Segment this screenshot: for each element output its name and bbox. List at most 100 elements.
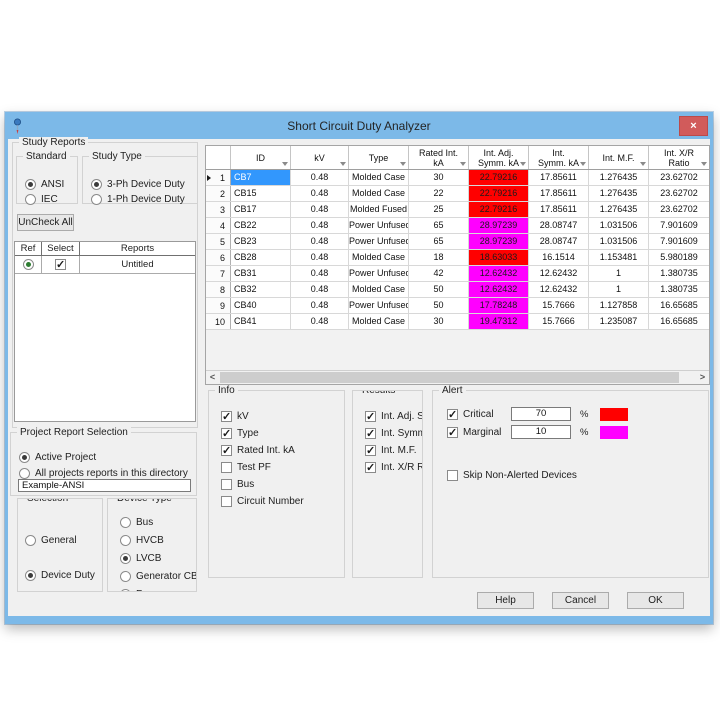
cell-int-adj-symm-ka[interactable]: 12.62432 [469, 266, 529, 281]
selection-option-general[interactable]: General [25, 534, 102, 546]
cell-int-xr-ratio[interactable]: 16.65685 [649, 314, 709, 329]
skip-non-alerted-row[interactable]: Skip Non-Alerted Devices [447, 468, 577, 482]
select-checkbox-icon[interactable] [55, 258, 66, 271]
column-header-id[interactable]: ID [231, 146, 291, 169]
cell-int-mf[interactable]: 1.153481 [589, 250, 649, 265]
row-header[interactable]: 5 [206, 234, 231, 249]
horizontal-scrollbar[interactable]: < > [206, 370, 709, 384]
cell-rated-int-ka[interactable]: 18 [409, 250, 469, 265]
cell-rated-int-ka[interactable]: 30 [409, 314, 469, 329]
scroll-right-icon[interactable]: > [696, 371, 709, 383]
ok-button[interactable]: OK [627, 592, 684, 609]
column-header-int-adj[interactable]: Int. Adj. Symm. kA [469, 146, 529, 169]
cell-rated-int-ka[interactable]: 65 [409, 218, 469, 233]
table-row-cb41[interactable]: 10 CB41 0.48 Molded Case 30 19.47312 15.7666 1.… [206, 314, 709, 330]
table-row-cb31[interactable]: 7 CB31 0.48 Power Unfused 42 12.62432 12.62432… [206, 266, 709, 282]
cell-kv[interactable]: 0.48 [291, 202, 349, 217]
device-type-option-fuse[interactable]: Fuse [120, 588, 196, 591]
cell-id[interactable]: CB32 [231, 282, 291, 297]
table-row-cb22[interactable]: 4 CB22 0.48 Power Unfused 65 28.97239 28.08747… [206, 218, 709, 234]
cell-kv[interactable]: 0.48 [291, 298, 349, 313]
cell-rated-int-ka[interactable]: 25 [409, 202, 469, 217]
cell-int-mf[interactable]: 1 [589, 266, 649, 281]
cell-int-symm-ka[interactable]: 28.08747 [529, 218, 589, 233]
cell-int-adj-symm-ka[interactable]: 18.63033 [469, 250, 529, 265]
info-option-type[interactable]: Type [221, 427, 344, 440]
column-dropdown-icon[interactable] [520, 162, 526, 166]
cell-kv[interactable]: 0.48 [291, 282, 349, 297]
marginal-threshold-input[interactable]: 10 [511, 425, 571, 439]
directory-field[interactable]: Example-ANSI [18, 479, 191, 492]
results-option-int-adj-sym[interactable]: Int. Adj. Sym [365, 410, 422, 423]
cell-type[interactable]: Molded Case [349, 250, 409, 265]
table-row-cb17[interactable]: 3 CB17 0.48 Molded Fused 25 22.79216 17.85611 1… [206, 202, 709, 218]
info-option-rated-int-ka[interactable]: Rated Int. kA [221, 444, 344, 457]
results-option-int-x-r-ratio[interactable]: Int. X/R Ratio [365, 461, 422, 474]
cell-int-xr-ratio[interactable]: 23.62702 [649, 202, 709, 217]
cell-kv[interactable]: 0.48 [291, 170, 349, 185]
uncheck-all-button[interactable]: UnCheck All [17, 214, 74, 231]
cell-int-mf[interactable]: 1.031506 [589, 234, 649, 249]
info-option-bus[interactable]: Bus [221, 479, 344, 490]
project-option-active-project[interactable]: Active Project [19, 451, 196, 463]
cell-type[interactable]: Molded Case [349, 314, 409, 329]
column-dropdown-icon[interactable] [340, 162, 346, 166]
cell-type[interactable]: Power Unfused [349, 298, 409, 313]
cell-type[interactable]: Power Unfused [349, 234, 409, 249]
device-type-option-bus[interactable]: Bus [120, 516, 196, 528]
column-dropdown-icon[interactable] [701, 162, 707, 166]
cell-int-xr-ratio[interactable]: 23.62702 [649, 186, 709, 201]
cell-int-adj-symm-ka[interactable]: 28.97239 [469, 234, 529, 249]
column-dropdown-icon[interactable] [460, 162, 466, 166]
row-header[interactable]: 3 [206, 202, 231, 217]
selection-option-device-duty[interactable]: Device Duty [25, 569, 102, 581]
cell-rated-int-ka[interactable]: 22 [409, 186, 469, 201]
cell-kv[interactable]: 0.48 [291, 186, 349, 201]
column-header-int-x-r[interactable]: Int. X/R Ratio [649, 146, 709, 169]
cell-int-mf[interactable]: 1 [589, 282, 649, 297]
column-dropdown-icon[interactable] [640, 162, 646, 166]
column-dropdown-icon[interactable] [400, 162, 406, 166]
cell-int-mf[interactable]: 1.235087 [589, 314, 649, 329]
cell-id[interactable]: CB22 [231, 218, 291, 233]
table-row-cb7[interactable]: 1 CB7 0.48 Molded Case 30 22.79216 17.85611 1.2… [206, 170, 709, 186]
study-type-option-3-ph-device-duty[interactable]: 3-Ph Device Duty [91, 178, 197, 190]
row-header[interactable]: 6 [206, 250, 231, 265]
cell-int-xr-ratio[interactable]: 7.901609 [649, 218, 709, 233]
cell-int-adj-symm-ka[interactable]: 17.78248 [469, 298, 529, 313]
device-type-option-lvcb[interactable]: LVCB [120, 552, 196, 564]
cell-int-symm-ka[interactable]: 12.62432 [529, 282, 589, 297]
standard-option-ansi[interactable]: ANSI [25, 178, 77, 190]
cell-int-adj-symm-ka[interactable]: 12.62432 [469, 282, 529, 297]
info-option-test-pf[interactable]: Test PF [221, 462, 344, 473]
cell-int-xr-ratio[interactable]: 23.62702 [649, 170, 709, 185]
cell-int-symm-ka[interactable]: 28.08747 [529, 234, 589, 249]
titlebar[interactable]: Short Circuit Duty Analyzer × [8, 115, 710, 139]
cell-type[interactable]: Molded Fused [349, 202, 409, 217]
cell-type[interactable]: Power Unfused [349, 266, 409, 281]
column-dropdown-icon[interactable] [282, 162, 288, 166]
marginal-checkbox-icon[interactable] [447, 426, 458, 439]
cell-kv[interactable]: 0.48 [291, 314, 349, 329]
column-header-int[interactable]: Int. Symm. kA [529, 146, 589, 169]
row-header[interactable]: 8 [206, 282, 231, 297]
critical-threshold-input[interactable]: 70 [511, 407, 571, 421]
project-option-all-projects-reports-in-this-directory[interactable]: All projects reports in this directory [19, 467, 196, 479]
cell-int-adj-symm-ka[interactable]: 22.79216 [469, 202, 529, 217]
cell-int-xr-ratio[interactable]: 5.980189 [649, 250, 709, 265]
cell-rated-int-ka[interactable]: 50 [409, 282, 469, 297]
cell-int-mf[interactable]: 1.276435 [589, 170, 649, 185]
cell-int-xr-ratio[interactable]: 16.65685 [649, 298, 709, 313]
cell-int-adj-symm-ka[interactable]: 22.79216 [469, 170, 529, 185]
standard-option-iec[interactable]: IEC [25, 193, 77, 205]
device-type-option-hvcb[interactable]: HVCB [120, 534, 196, 546]
cell-int-symm-ka[interactable]: 17.85611 [529, 170, 589, 185]
table-row-cb23[interactable]: 5 CB23 0.48 Power Unfused 65 28.97239 28.08747… [206, 234, 709, 250]
cell-int-adj-symm-ka[interactable]: 19.47312 [469, 314, 529, 329]
cell-type[interactable]: Molded Case [349, 282, 409, 297]
row-header[interactable]: 2 [206, 186, 231, 201]
cell-id[interactable]: CB40 [231, 298, 291, 313]
ref-radio-icon[interactable] [22, 259, 34, 270]
cell-id[interactable]: CB17 [231, 202, 291, 217]
cell-kv[interactable]: 0.48 [291, 234, 349, 249]
